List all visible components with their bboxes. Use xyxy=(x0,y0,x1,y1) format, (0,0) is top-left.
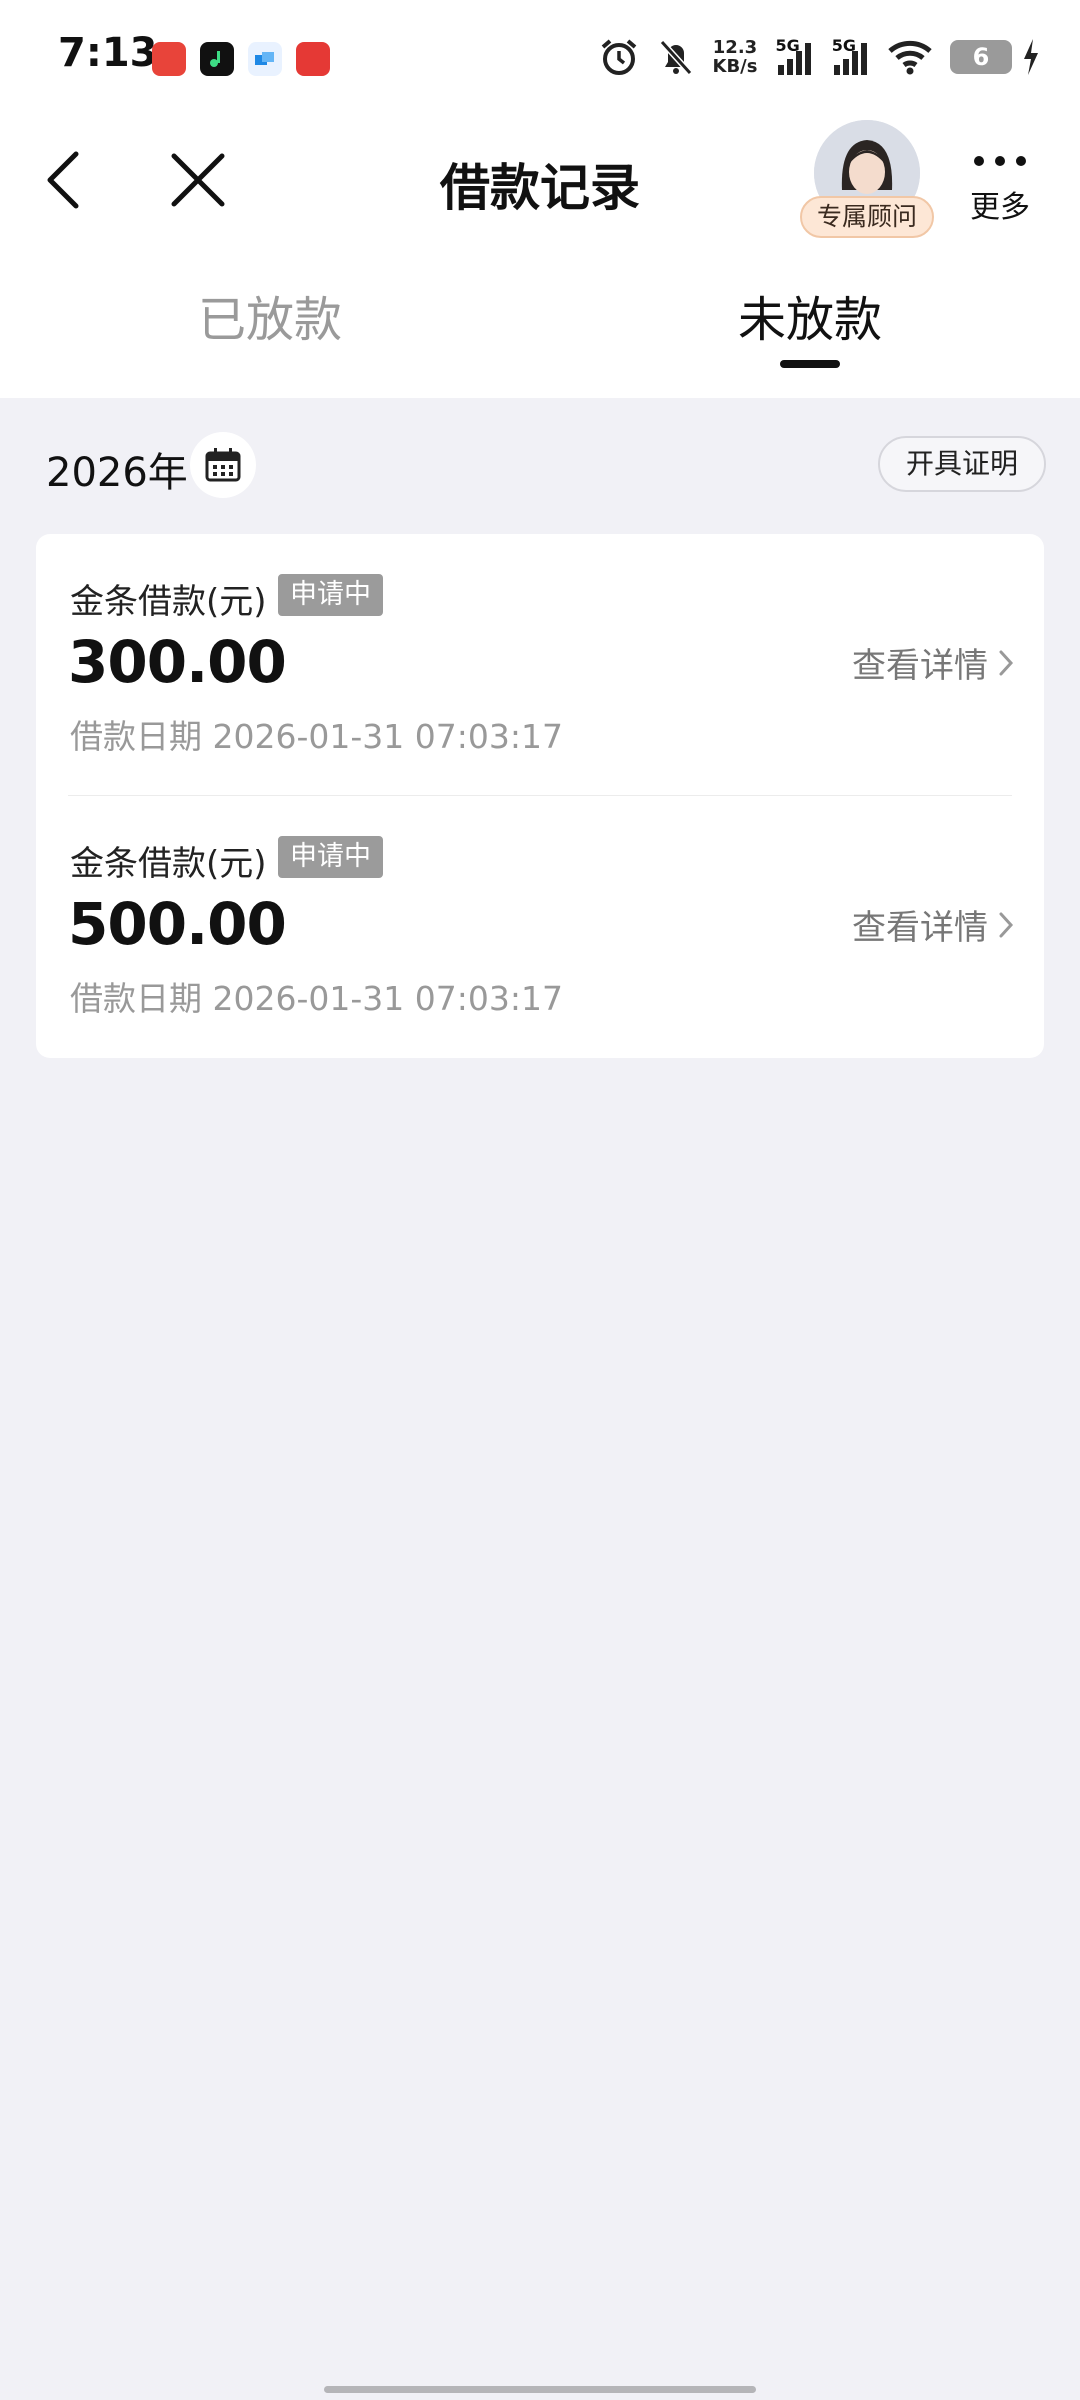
tab-active-indicator xyxy=(780,360,840,368)
battery-indicator: 6 xyxy=(950,39,1012,74)
list-item[interactable]: 金条借款(元) 申请中 500.00 借款日期 2026-01-31 07:03… xyxy=(36,796,1044,1058)
network-speed: 12.3 KB/s xyxy=(713,38,758,76)
view-details-link[interactable]: 查看详情 xyxy=(852,900,1014,949)
top-panel: 7:13 12.3 KB/s 5G 5G 6 借款记录 专属顾问 更多 已放款 … xyxy=(0,0,1080,398)
signal-2: 5G xyxy=(832,36,870,77)
charging-icon xyxy=(1024,38,1038,75)
status-indicators: 12.3 KB/s 5G 5G 6 xyxy=(599,36,1041,77)
calendar-icon xyxy=(205,448,241,482)
loan-amount: 500.00 xyxy=(68,890,287,958)
view-details-link[interactable]: 查看详情 xyxy=(852,638,1014,687)
home-indicator[interactable] xyxy=(324,2386,756,2393)
loan-date: 借款日期 2026-01-31 07:03:17 xyxy=(70,717,563,756)
signal-bars-icon xyxy=(777,43,811,75)
loan-type-label: 金条借款(元) xyxy=(70,582,267,622)
signal-1: 5G xyxy=(775,36,813,77)
more-label: 更多 xyxy=(970,190,1030,225)
tab-released[interactable]: 已放款 xyxy=(70,280,470,350)
status-app-icons xyxy=(152,42,330,76)
chevron-right-icon xyxy=(999,912,1014,937)
status-badge: 申请中 xyxy=(278,574,383,616)
loan-amount: 300.00 xyxy=(68,628,287,696)
status-badge: 申请中 xyxy=(278,836,383,878)
toutiao-app-icon xyxy=(296,42,330,76)
loan-type-label: 金条借款(元) xyxy=(70,844,267,884)
year-label[interactable]: 2026年 xyxy=(46,440,188,498)
loan-date: 借款日期 2026-01-31 07:03:17 xyxy=(70,979,563,1018)
mute-bell-icon xyxy=(659,39,692,75)
tab-unreleased[interactable]: 未放款 xyxy=(610,280,1010,350)
calendar-button[interactable] xyxy=(190,432,256,498)
more-dots-icon xyxy=(962,140,1038,170)
view-details-label: 查看详情 xyxy=(852,908,988,948)
advisor-label: 专属顾问 xyxy=(800,196,934,238)
news-app-icon xyxy=(152,42,186,76)
list-item[interactable]: 金条借款(元) 申请中 300.00 借款日期 2026-01-31 07:03… xyxy=(36,534,1044,796)
music-app-icon xyxy=(200,42,234,76)
loan-records-card: 金条借款(元) 申请中 300.00 借款日期 2026-01-31 07:03… xyxy=(36,534,1044,1058)
more-button[interactable]: 更多 xyxy=(962,140,1038,226)
cloud-app-icon xyxy=(248,42,282,76)
alarm-icon xyxy=(601,38,636,75)
network-speed-unit: KB/s xyxy=(712,55,758,77)
network-speed-value: 12.3 xyxy=(712,36,758,58)
signal-bars-icon xyxy=(834,43,867,75)
status-time: 7:13 xyxy=(58,30,158,76)
wifi-icon xyxy=(888,40,932,74)
advisor-button[interactable]: 专属顾问 xyxy=(800,120,934,244)
chevron-right-icon xyxy=(999,650,1014,675)
view-details-label: 查看详情 xyxy=(852,646,988,686)
issue-certificate-button[interactable]: 开具证明 xyxy=(878,436,1046,492)
